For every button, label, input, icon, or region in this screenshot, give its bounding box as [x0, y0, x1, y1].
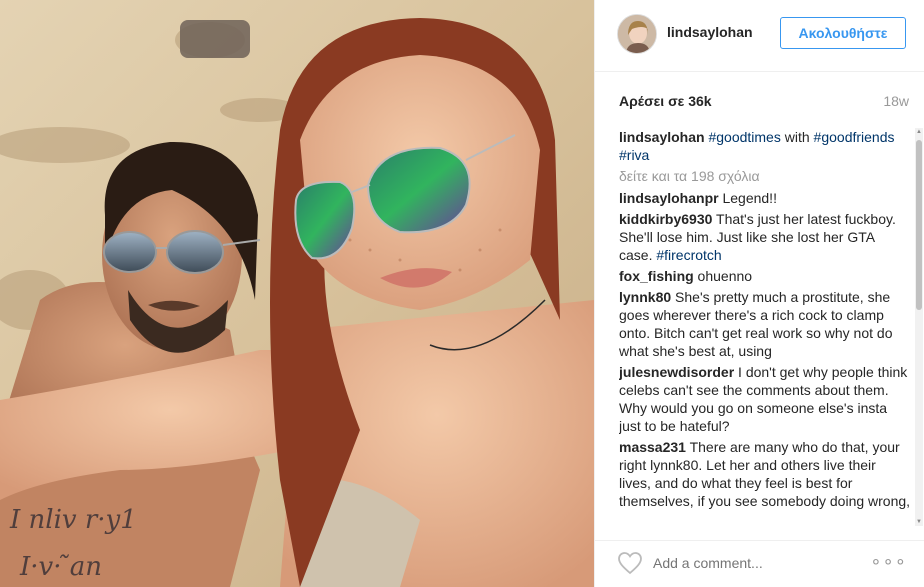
likes-row: Αρέσει σε 36k 18w	[619, 92, 909, 112]
username-link[interactable]: lindsaylohan	[667, 24, 753, 40]
scroll-up-arrow-icon[interactable]: ▲	[915, 128, 923, 136]
avatar[interactable]	[617, 14, 657, 54]
selfie-image: I nliv r·y1 I·v· ̃an	[0, 0, 594, 587]
comment-username[interactable]: julesnewdisorder	[619, 364, 734, 380]
comments-list: lindsaylohan #goodtimes with #goodfriend…	[619, 128, 911, 526]
comment: lindsaylohanpr Legend!!	[619, 189, 911, 207]
comment-username[interactable]: lynnk80	[619, 289, 671, 305]
comment: julesnewdisorder I don't get why people …	[619, 363, 911, 435]
hashtag[interactable]: #riva	[619, 147, 649, 163]
comment-text: ohuenno	[693, 268, 753, 284]
view-all-comments-link[interactable]: δείτε και τα 198 σχόλια	[619, 167, 911, 185]
post-photo[interactable]: I nliv r·y1 I·v· ̃an	[0, 0, 594, 587]
caption-username[interactable]: lindsaylohan	[619, 129, 705, 145]
likes-count[interactable]: Αρέσει σε 36k	[619, 93, 712, 109]
comment-text: Legend!!	[718, 190, 777, 206]
add-comment-input[interactable]	[653, 553, 853, 573]
comment-footer: ∘∘∘	[595, 540, 924, 587]
comment-username[interactable]: kiddkirby6930	[619, 211, 712, 227]
follow-button[interactable]: Ακολουθήστε	[780, 17, 906, 49]
heart-icon[interactable]	[617, 551, 643, 575]
comment: kiddkirby6930 That's just her latest fuc…	[619, 210, 911, 264]
scrollbar-thumb[interactable]	[916, 140, 922, 310]
comment-username[interactable]: massa231	[619, 439, 686, 455]
scroll-down-arrow-icon[interactable]: ▼	[915, 518, 923, 526]
svg-text:I·v· ̃an: I·v· ̃an	[19, 552, 102, 582]
comment: lynnk80 She's pretty much a prostitute, …	[619, 288, 911, 360]
post-time[interactable]: 18w	[883, 93, 909, 109]
caption-text: with	[780, 129, 810, 145]
hashtag[interactable]: #goodfriends	[814, 129, 895, 145]
comment-username[interactable]: lindsaylohanpr	[619, 190, 719, 206]
caption: lindsaylohan #goodtimes with #goodfriend…	[619, 128, 911, 164]
comment: massa231 There are many who do that, you…	[619, 438, 911, 510]
post-header: lindsaylohan Ακολουθήστε	[595, 0, 924, 72]
hashtag[interactable]: #goodtimes	[708, 129, 780, 145]
more-options-icon[interactable]: ∘∘∘	[870, 552, 907, 570]
svg-text:I nliv r·y1: I nliv r·y1	[9, 505, 137, 535]
hashtag[interactable]: #firecrotch	[656, 247, 721, 263]
comments-scrollbar[interactable]: ▲ ▼	[915, 128, 923, 526]
post-details-panel: lindsaylohan Ακολουθήστε Αρέσει σε 36k 1…	[594, 0, 924, 587]
comment: fox_fishing ohuenno	[619, 267, 911, 285]
comment-username[interactable]: fox_fishing	[619, 268, 694, 284]
